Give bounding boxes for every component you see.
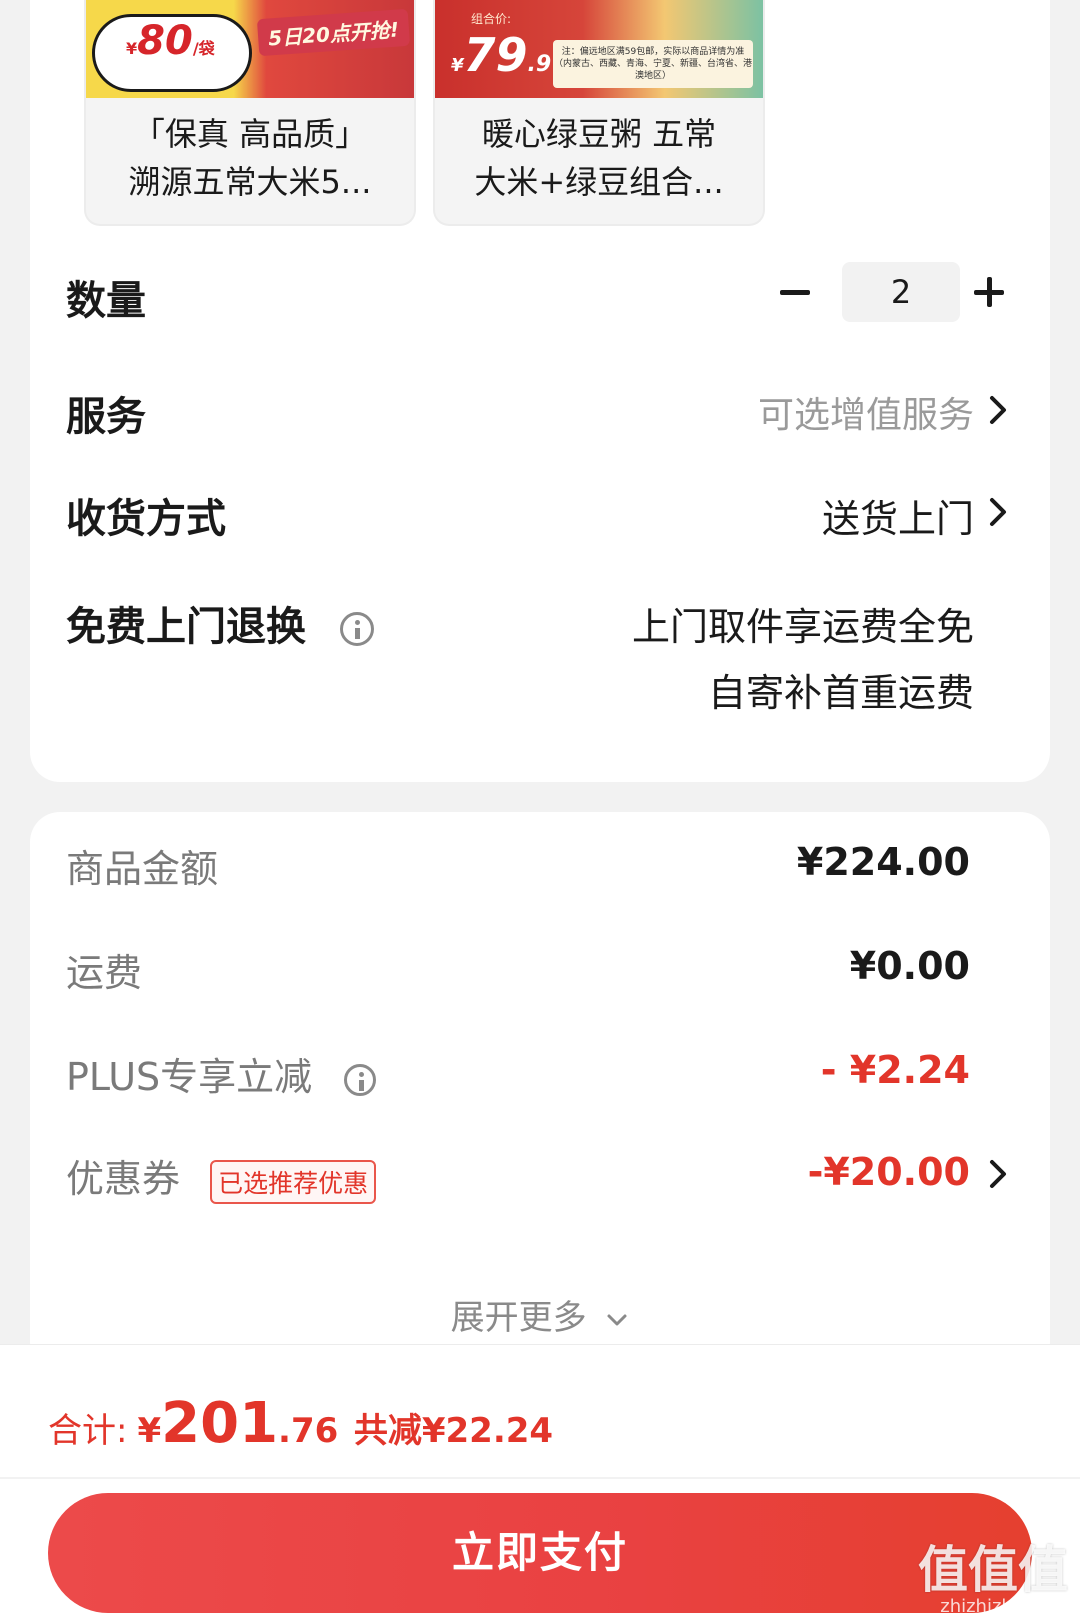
quantity-row: 数量 2 [66, 262, 1010, 328]
service-label: 服务 [66, 394, 146, 440]
total-saved: 共减¥22.24 [353, 1411, 554, 1451]
order-total: 合计: ¥201.76 共减¥22.24 [48, 1391, 554, 1456]
chevron-right-icon [990, 396, 1006, 424]
bundle-title: 暖心绿豆粥 五常 大米+绿豆组合... [474, 115, 724, 201]
shipping-fee-label: 运费 [66, 951, 143, 995]
increase-button[interactable] [970, 262, 1010, 322]
coupon-label: 优惠券 已选推荐优惠 [66, 1148, 377, 1204]
bundle-card-rice[interactable]: ¥80/袋 5日20点开抢! 「保真 高品质」 溯源五常大米5... [84, 0, 416, 226]
promo-tag: 5日20点开抢! [256, 8, 410, 57]
price-summary-card: 商品金额 ¥224.00 运费 ¥0.00 PLUS专享立减 - ¥2.24 优… [30, 812, 1050, 1372]
chevron-right-icon [990, 498, 1006, 526]
bundle-image-mungbean: 组合价: ¥79.9 注：偏远地区满59包邮，实际以商品详情为准（内蒙古、西藏、… [435, 0, 763, 98]
quantity-stepper: 2 [774, 262, 1010, 322]
plus-discount-value: - ¥2.24 [820, 1048, 970, 1092]
free-return-label: 免费上门退换 [66, 594, 374, 652]
watermark-logo: 值值值 [918, 1541, 1068, 1599]
free-return-details: 上门取件享运费全免 自寄补首重运费 [631, 605, 974, 715]
info-icon[interactable] [344, 1063, 377, 1096]
bundle-price: ¥79.9 [451, 28, 552, 82]
chevron-down-icon [607, 1314, 627, 1325]
coupon-recommended-tag: 已选推荐优惠 [210, 1159, 377, 1204]
plus-discount-row: PLUS专享立减 - ¥2.24 [66, 1046, 1010, 1102]
shipping-fee-row: 运费 ¥0.00 [66, 942, 1010, 998]
divider [0, 1477, 1080, 1479]
watermark-url: zhizhizhi.com [940, 1596, 1062, 1617]
quantity-input[interactable]: 2 [842, 262, 960, 322]
bundle-price: ¥80/袋 [126, 18, 215, 64]
checkout-page: ¥80/袋 5日20点开抢! 「保真 高品质」 溯源五常大米5... 组合价: … [0, 0, 1080, 1624]
service-value: 可选增值服务 [757, 395, 974, 436]
chevron-right-icon [990, 1160, 1006, 1188]
plus-discount-label: PLUS专享立减 [66, 1046, 377, 1101]
shipping-fee-value: ¥0.00 [849, 944, 970, 988]
decrease-button[interactable] [774, 262, 824, 322]
quantity-label: 数量 [66, 278, 146, 324]
bundle-image-rice: ¥80/袋 5日20点开抢! [86, 0, 414, 98]
info-icon[interactable] [339, 612, 374, 646]
goods-amount-value: ¥224.00 [796, 840, 970, 884]
shipping-note: 注：偏远地区满59包邮，实际以商品详情为准（内蒙古、西藏、青海、宁夏、新疆、台湾… [553, 40, 753, 88]
service-row[interactable]: 服务 可选增值服务 [66, 384, 1010, 444]
free-return-row: 免费上门退换 上门取件享运费全免 自寄补首重运费 [66, 594, 1010, 734]
goods-amount-row: 商品金额 ¥224.00 [66, 838, 1010, 894]
pay-now-button[interactable]: 立即支付 [48, 1493, 1032, 1613]
combo-price-label: 组合价: [471, 12, 512, 26]
coupon-row[interactable]: 优惠券 已选推荐优惠 -¥20.00 [66, 1148, 1010, 1204]
bundle-title: 「保真 高品质」 溯源五常大米5... [128, 115, 372, 201]
expand-more-button[interactable]: 展开更多 [30, 1290, 1050, 1339]
goods-amount-label: 商品金额 [66, 847, 219, 891]
delivery-value: 送货上门 [821, 497, 974, 541]
coupon-value: -¥20.00 [807, 1150, 970, 1194]
bundle-card-mungbean[interactable]: 组合价: ¥79.9 注：偏远地区满59包邮，实际以商品详情为准（内蒙古、西藏、… [433, 0, 765, 226]
delivery-row[interactable]: 收货方式 送货上门 [66, 486, 1010, 546]
delivery-label: 收货方式 [66, 496, 226, 542]
